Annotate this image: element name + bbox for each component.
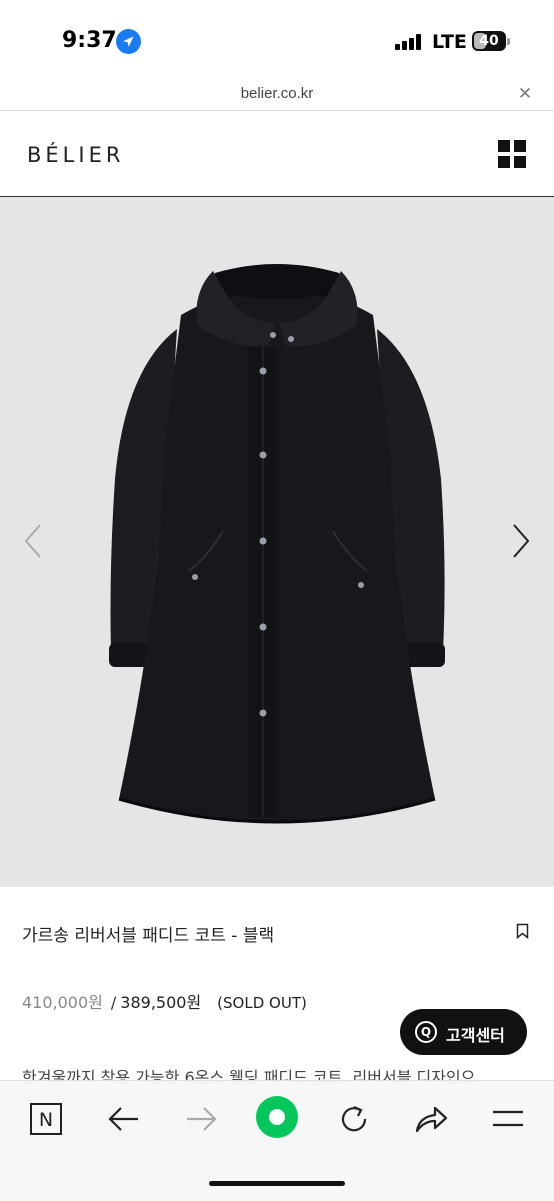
battery-icon: 40 bbox=[472, 31, 506, 51]
status-time: 9:37 bbox=[62, 28, 117, 53]
customer-service-button[interactable]: Q 고객센터 bbox=[400, 1009, 527, 1055]
share-icon[interactable] bbox=[411, 1099, 451, 1139]
sale-price: 389,500원 bbox=[120, 993, 202, 1012]
chevron-right-icon[interactable] bbox=[508, 521, 532, 561]
price-separator: / bbox=[110, 993, 117, 1012]
product-gallery[interactable] bbox=[0, 197, 554, 887]
forward-arrow-icon[interactable] bbox=[181, 1099, 221, 1139]
signal-bars-icon bbox=[395, 34, 423, 50]
battery-tip bbox=[507, 38, 510, 45]
battery-label: 40 bbox=[479, 33, 499, 49]
reload-icon[interactable] bbox=[334, 1099, 374, 1139]
question-icon: Q bbox=[415, 1021, 437, 1043]
close-icon[interactable]: ✕ bbox=[516, 85, 534, 103]
site-logo[interactable]: BÉLIER bbox=[27, 143, 124, 167]
naver-letter: N bbox=[39, 1109, 53, 1131]
chevron-left-icon[interactable] bbox=[22, 521, 46, 561]
customer-service-label: 고객센터 bbox=[446, 1026, 505, 1045]
bookmark-icon[interactable] bbox=[516, 923, 529, 940]
green-circle-icon[interactable] bbox=[255, 1095, 299, 1139]
network-label: LTE bbox=[432, 31, 467, 53]
grid-menu-icon[interactable] bbox=[498, 140, 526, 168]
browser-url-bar[interactable]: belier.co.kr ✕ bbox=[0, 82, 554, 111]
product-title-row: 가르송 리버서블 패디드 코트 - 블랙 bbox=[0, 887, 554, 967]
location-arrow-icon bbox=[116, 29, 141, 54]
naver-home-icon[interactable]: N bbox=[26, 1099, 66, 1139]
back-arrow-icon[interactable] bbox=[104, 1099, 144, 1139]
price-row: 410,000원 /389,500원 (SOLD OUT) bbox=[22, 989, 307, 1013]
product-image bbox=[109, 264, 445, 824]
sold-out-badge: (SOLD OUT) bbox=[217, 994, 307, 1012]
hamburger-menu-icon[interactable] bbox=[489, 1099, 529, 1139]
home-indicator bbox=[209, 1181, 345, 1186]
url-text[interactable]: belier.co.kr bbox=[0, 85, 554, 102]
product-title: 가르송 리버서블 패디드 코트 - 블랙 bbox=[22, 926, 275, 946]
site-header: BÉLIER bbox=[0, 111, 554, 197]
original-price: 410,000원 bbox=[22, 993, 103, 1012]
status-bar: 9:37 LTE 40 bbox=[0, 0, 554, 82]
